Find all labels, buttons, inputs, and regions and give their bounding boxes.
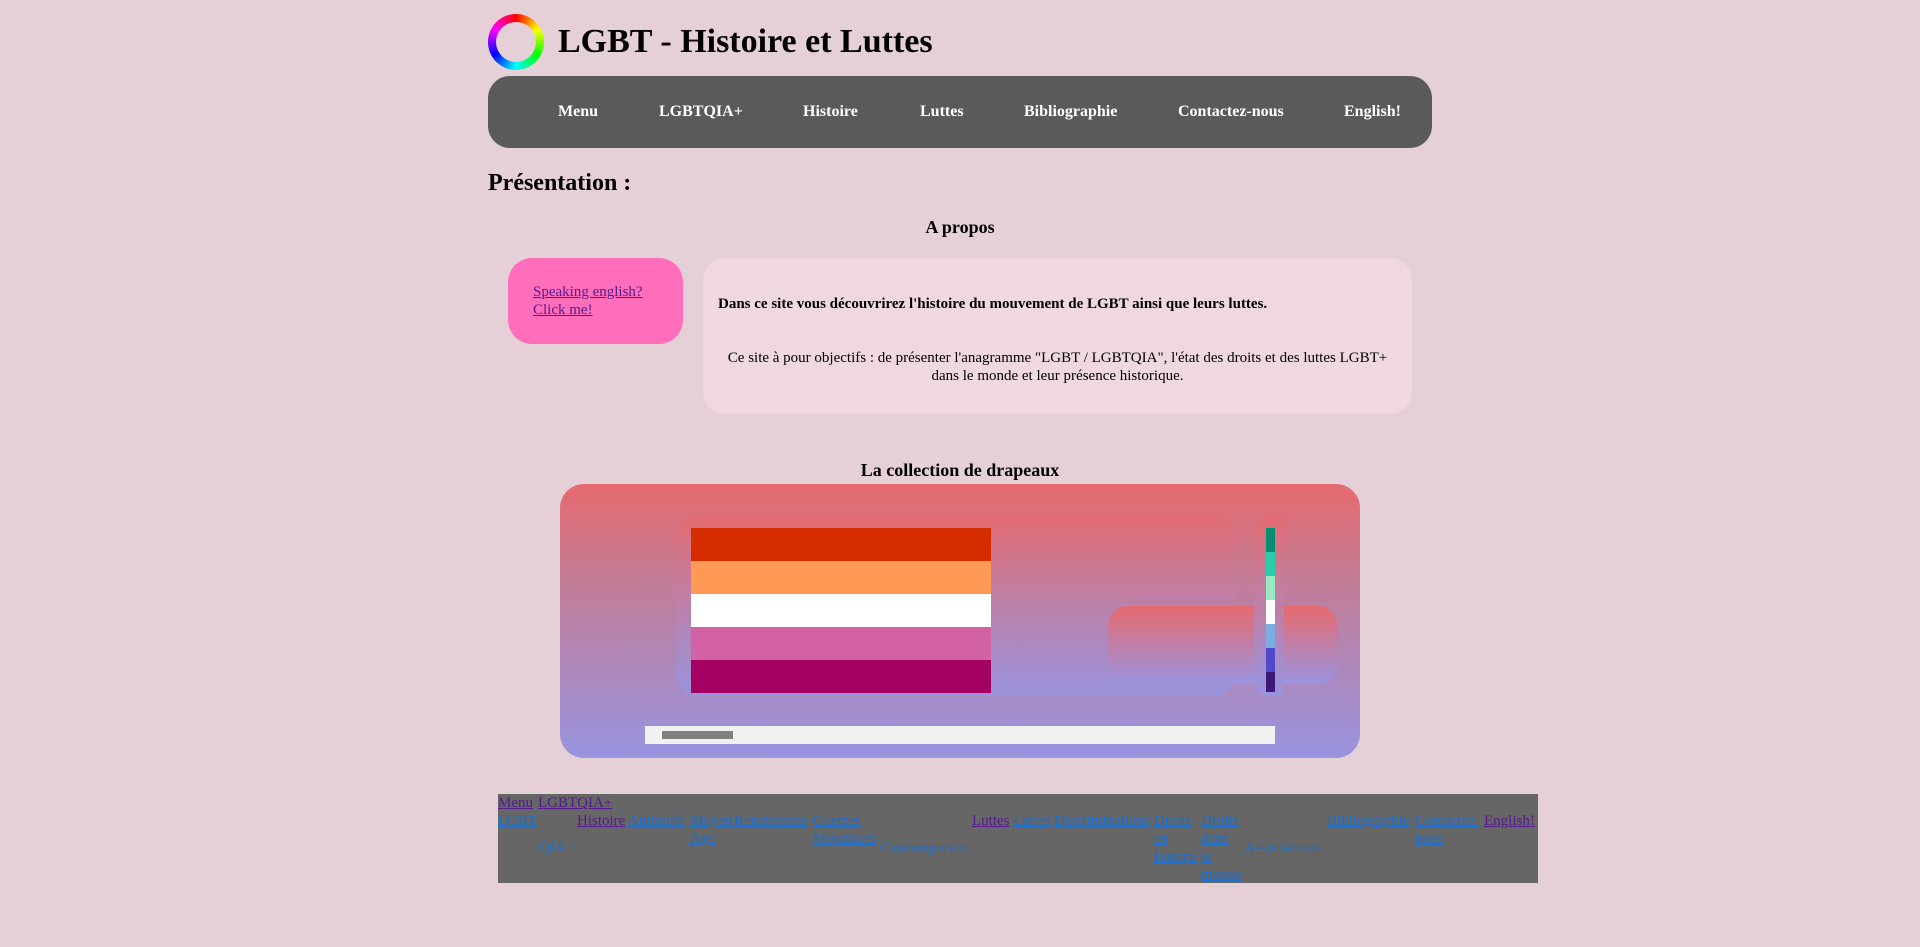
flag-stripe <box>1266 672 1275 692</box>
footer-sitemap: Menu LGBTQIA+ LGBT QIA+ Histoire Antiqui… <box>498 794 1538 883</box>
nav-item-english[interactable]: English! <box>1344 102 1401 122</box>
footer-link-antiquite[interactable]: Antiquité <box>628 812 685 830</box>
footer-link-menu[interactable]: Menu <box>498 794 533 812</box>
footer-link-renaissance[interactable]: Renaissance <box>734 812 808 830</box>
footer-link-contact[interactable]: Contactez-nous <box>1415 812 1485 848</box>
flag-carousel <box>560 484 1360 758</box>
flag-stripe <box>691 528 991 561</box>
footer-link-histoire[interactable]: Histoire <box>577 812 625 830</box>
footer-link-lgbtqia[interactable]: LGBTQIA+ <box>538 794 612 812</box>
flag-stripe <box>1266 600 1275 624</box>
flag-stripe <box>691 561 991 594</box>
footer-link-discriminations[interactable]: Discriminations <box>1054 812 1150 830</box>
footer-link-moyen-age[interactable]: Moyen Age <box>690 812 734 848</box>
nav-item-histoire[interactable]: Histoire <box>803 102 858 122</box>
nav-item-lgbtqia[interactable]: LGBTQIA+ <box>659 102 743 122</box>
intro-bold-text: Dans ce site vous découvrirez l'histoire… <box>718 296 1268 312</box>
footer-link-guerres-mondiales[interactable]: Guerres Mondiales <box>813 812 876 848</box>
presentation-heading: Présentation : <box>488 170 632 196</box>
footer-link-bibliographie[interactable]: Bibliographie <box>1327 812 1410 830</box>
footer-link-contemporain[interactable]: Contemporain <box>881 839 967 857</box>
flag-stripe <box>691 660 991 693</box>
scrollbar-thumb[interactable] <box>662 731 733 739</box>
flag-stripe <box>1266 648 1275 672</box>
about-heading: A propos <box>925 217 995 237</box>
nav-item-luttes[interactable]: Luttes <box>920 102 964 122</box>
footer-link-droits-europe[interactable]: Droits en Europe <box>1154 812 1198 866</box>
flag-stripe <box>1266 576 1275 600</box>
logo-icon <box>488 14 544 70</box>
flags-heading: La collection de drapeaux <box>860 460 1060 480</box>
nav-item-menu[interactable]: Menu <box>558 102 598 122</box>
flag-stripe <box>691 594 991 627</box>
footer-link-luttes[interactable]: Luttes <box>972 812 1010 830</box>
nav-item-contact[interactable]: Contactez-nous <box>1178 102 1284 122</box>
intro-text: Ce site à pour objectifs : de présenter … <box>727 350 1388 384</box>
main-navbar: Menu LGBTQIA+ Histoire Luttes Bibliograp… <box>488 76 1432 148</box>
footer-link-associations[interactable]: Associations <box>1244 839 1321 857</box>
nav-item-bibliographie[interactable]: Bibliographie <box>1024 102 1117 122</box>
flag-caption-card <box>1108 606 1338 684</box>
flag-stripe <box>1266 552 1275 576</box>
english-callout: Speaking english? Click me! <box>508 258 683 344</box>
footer-link-luttes-2[interactable]: Luttes <box>1013 812 1051 830</box>
flag-stripe <box>1266 528 1275 552</box>
about-box: Dans ce site vous découvrirez l'histoire… <box>703 258 1412 414</box>
site-title: LGBT - Histoire et Luttes <box>558 23 933 60</box>
carousel-scrollbar[interactable] <box>645 726 1275 744</box>
footer-link-droits-monde[interactable]: Droits dans le monde <box>1201 812 1242 884</box>
footer-link-lgbt[interactable]: LGBT <box>498 812 537 830</box>
footer-link-qia[interactable]: QIA+ <box>539 839 574 857</box>
english-link[interactable]: Speaking english? Click me! <box>533 283 663 319</box>
flag-stripe <box>691 627 991 660</box>
flag-stripe <box>1266 624 1275 648</box>
footer-link-english[interactable]: English! <box>1484 812 1535 830</box>
